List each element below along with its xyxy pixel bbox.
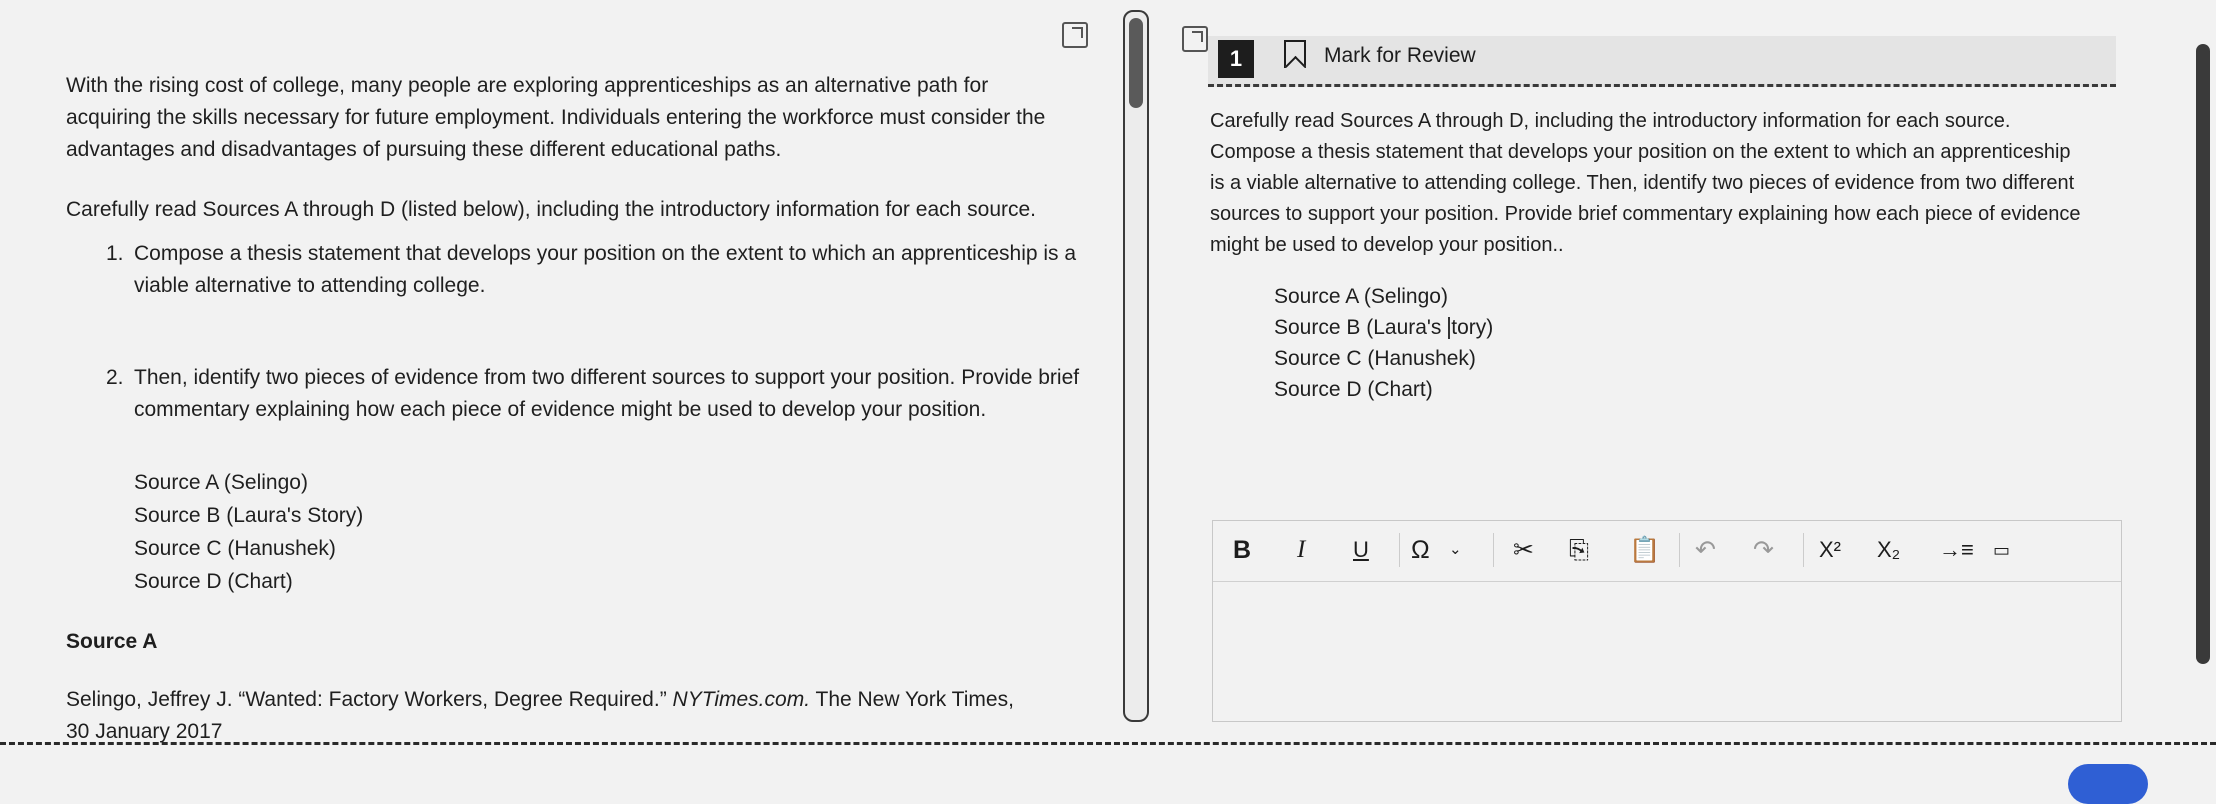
intro-paragraph: With the rising cost of college, many pe… [66, 74, 1046, 161]
footer-divider [0, 742, 2216, 745]
italic-button[interactable]: I [1297, 535, 1305, 565]
pane-divider-scrollbar[interactable] [1123, 10, 1149, 722]
scrollbar-thumb[interactable] [1129, 18, 1143, 108]
source-item: Source A (Selingo) [134, 471, 308, 494]
chevron-down-icon[interactable]: ⌄ [1449, 535, 1462, 565]
task-step-2: 2. Then, identify two pieces of evidence… [66, 362, 1094, 426]
source-b-text: Source B (Laura's [1274, 316, 1448, 339]
next-button[interactable] [2068, 764, 2148, 804]
source-item: Source B (Laura's Story) [134, 504, 364, 527]
bookmark-icon[interactable] [1284, 40, 1306, 68]
question-header: 1 Mark for Review [1208, 36, 2116, 87]
undo-icon[interactable]: ↶ [1695, 535, 1716, 565]
task-step-text: Compose a thesis statement that develops… [134, 242, 1077, 297]
toolbar-separator [1493, 533, 1494, 567]
editor-toolbar: B I U Ω ⌄ ✂ ⎘ 📋 ↶ ↷ X² X₂ →≡ ▭ [1213, 521, 2121, 582]
task-list: 1. Compose a thesis statement that devel… [66, 238, 1120, 426]
subscript-button[interactable]: X₂ [1877, 535, 1900, 565]
cut-icon[interactable]: ✂ [1513, 535, 1534, 565]
source-list: Source A (Selingo) Source B (Laura's Sto… [134, 466, 1120, 598]
citation-text: Selingo, Jeffrey J. “Wanted: Factory Wor… [66, 688, 673, 711]
prompt-text: Carefully read Sources A through D, incl… [1210, 110, 2081, 256]
special-characters-button[interactable]: Ω [1411, 535, 1430, 565]
prompt-source-item: Source C (Hanushek) [1274, 347, 1476, 370]
collapse-pane-icon[interactable] [1182, 26, 1208, 52]
response-editor: B I U Ω ⌄ ✂ ⎘ 📋 ↶ ↷ X² X₂ →≡ ▭ [1212, 520, 2122, 722]
instruction-paragraph: Carefully read Sources A through D (list… [66, 198, 1036, 221]
prompt-source-item: Source D (Chart) [1274, 378, 1433, 401]
insert-icon[interactable]: ▭ [1993, 535, 2010, 565]
page-scrollbar[interactable] [2196, 44, 2210, 664]
task-step-number: 2. [106, 366, 124, 389]
prompt-source-item: Source B (Laura's tory) [1274, 312, 1493, 343]
toolbar-separator [1399, 533, 1400, 567]
citation-publication: NYTimes.com. [672, 688, 811, 711]
toolbar-separator [1679, 533, 1680, 567]
redo-icon[interactable]: ↷ [1753, 535, 1774, 565]
copy-icon[interactable]: ⎘ [1569, 535, 1589, 565]
prompt-source-list: Source A (Selingo) Source B (Laura's tor… [1274, 281, 1493, 405]
question-number: 1 [1218, 40, 1254, 78]
superscript-button[interactable]: X² [1819, 535, 1841, 565]
task-step-text: Then, identify two pieces of evidence fr… [134, 366, 1080, 421]
bold-button[interactable]: B [1233, 535, 1251, 565]
source-item: Source D (Chart) [134, 570, 293, 593]
toolbar-separator [1803, 533, 1804, 567]
response-text-area[interactable] [1213, 582, 2121, 721]
source-item: Source C (Hanushek) [134, 537, 336, 560]
indent-icon[interactable]: →≡ [1939, 535, 1974, 565]
task-step-number: 1. [106, 242, 124, 265]
question-prompt: Carefully read Sources A through D, incl… [1210, 106, 2090, 261]
task-step-1: 1. Compose a thesis statement that devel… [66, 238, 1094, 302]
source-b-text-end: tory) [1451, 316, 1494, 339]
prompt-source-item: Source A (Selingo) [1274, 285, 1448, 308]
expand-pane-icon[interactable] [1062, 22, 1088, 48]
source-a-citation: Selingo, Jeffrey J. “Wanted: Factory Wor… [66, 684, 1026, 748]
mark-for-review-button[interactable]: Mark for Review [1324, 44, 1476, 68]
source-a-heading: Source A [66, 630, 158, 653]
text-cursor-icon [1448, 317, 1451, 340]
paste-icon[interactable]: 📋 [1629, 535, 1660, 565]
passage-pane: With the rising cost of college, many pe… [0, 0, 1120, 760]
underline-button[interactable]: U [1353, 535, 1369, 565]
